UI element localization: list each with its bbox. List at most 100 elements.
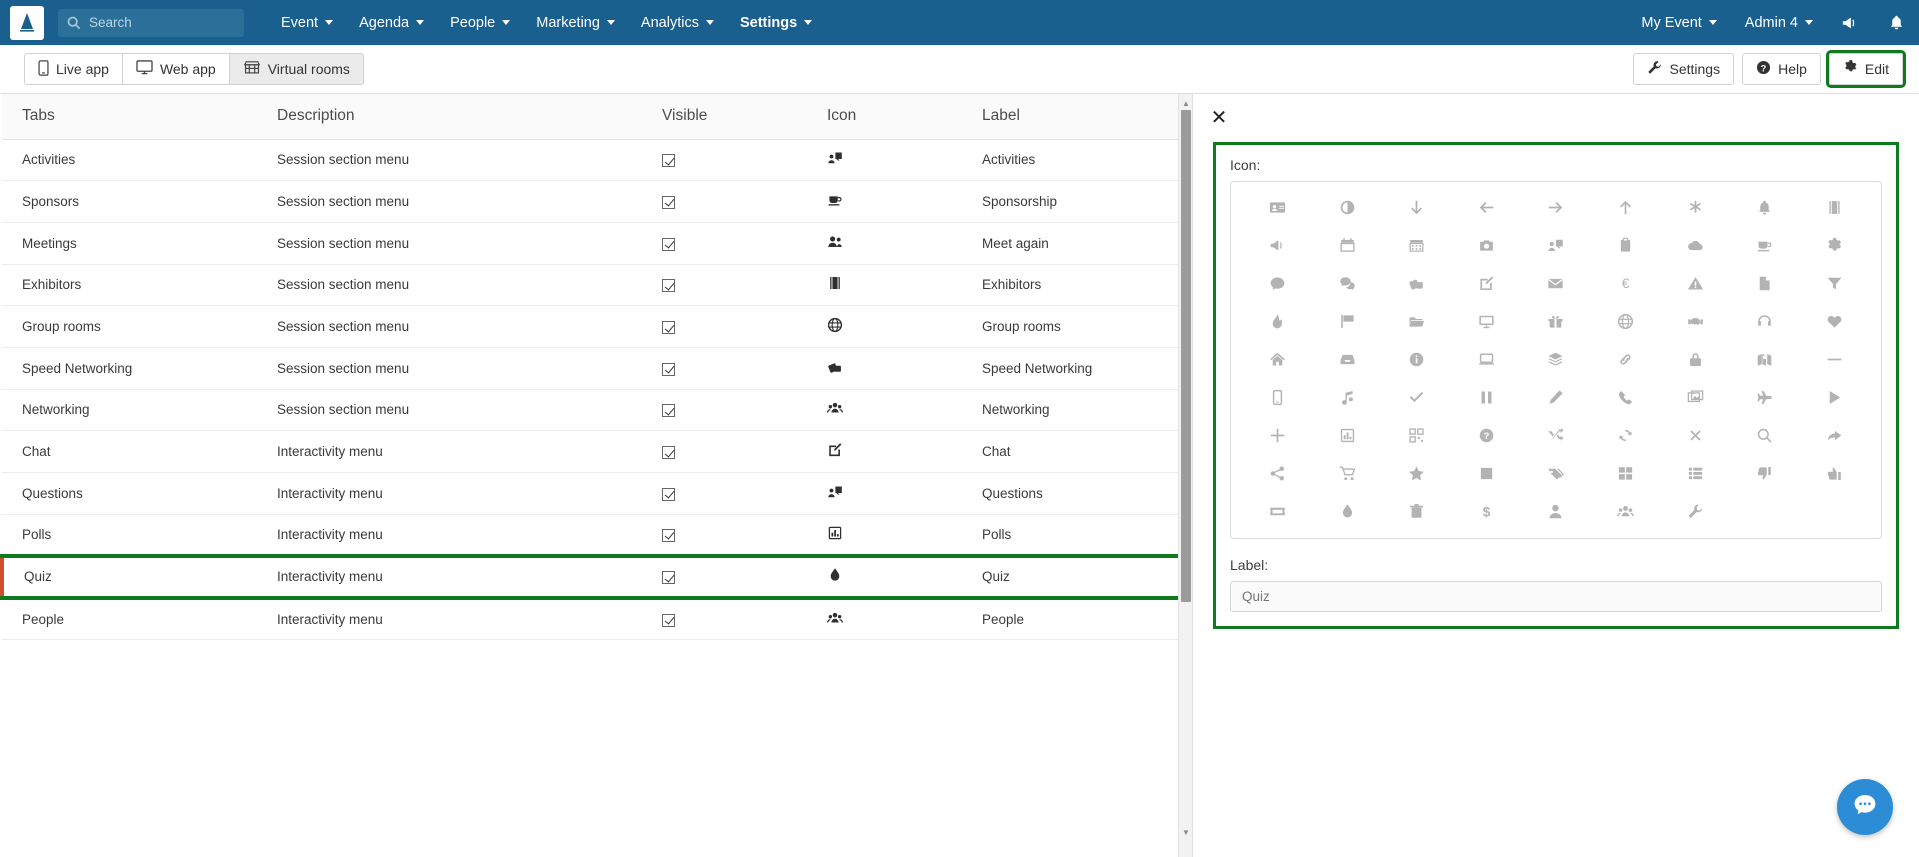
exclamation-triangle-icon[interactable] [1660, 268, 1730, 298]
thumbs-down-icon[interactable] [1730, 458, 1800, 488]
book-icon[interactable] [1799, 192, 1869, 222]
gift-icon[interactable] [1521, 306, 1591, 336]
table-scrollbar[interactable]: ▲ ▼ [1178, 94, 1192, 857]
chat-widget-button[interactable] [1837, 779, 1893, 835]
column-header-label[interactable]: Label [982, 94, 1192, 140]
shopping-cart-icon[interactable] [1313, 458, 1383, 488]
table-row[interactable]: Polls Interactivity menu Polls [2, 514, 1192, 557]
qrcode-icon[interactable] [1382, 420, 1452, 450]
heart-icon[interactable] [1799, 306, 1869, 336]
table-row[interactable]: Sponsors Session section menu Sponsorship [2, 180, 1192, 223]
close-icon[interactable]: ✕ [1206, 104, 1232, 130]
calendar-icon[interactable] [1313, 230, 1383, 260]
visible-checkbox[interactable] [662, 362, 675, 376]
folder-open-icon[interactable] [1382, 306, 1452, 336]
table-row[interactable]: Networking Session section menu Networking [2, 389, 1192, 432]
users-icon[interactable] [1591, 496, 1661, 526]
table-row[interactable]: People Interactivity menu People [2, 597, 1192, 640]
fire-icon[interactable] [1243, 306, 1313, 336]
user-icon[interactable] [1521, 496, 1591, 526]
bell-icon[interactable] [1730, 192, 1800, 222]
camera-icon[interactable] [1452, 230, 1522, 260]
stop-icon[interactable] [1452, 458, 1522, 488]
pencil-icon[interactable] [1521, 382, 1591, 412]
visible-checkbox[interactable] [662, 487, 675, 501]
table-row[interactable]: Meetings Session section menu Meet again [2, 222, 1192, 265]
table-row[interactable]: Speed Networking Session section menu Spee… [2, 347, 1192, 390]
dice-icon[interactable] [1382, 268, 1452, 298]
scroll-up-icon[interactable]: ▲ [1179, 96, 1192, 110]
user-menu[interactable]: Admin 4 [1731, 0, 1827, 45]
file-icon[interactable] [1730, 268, 1800, 298]
cog-icon[interactable] [1799, 230, 1869, 260]
nav-item-people[interactable]: People [437, 0, 523, 45]
globe-icon[interactable] [1591, 306, 1661, 336]
search-input[interactable]: Search [58, 8, 244, 37]
envelope-icon[interactable] [1521, 268, 1591, 298]
wrench-icon[interactable] [1660, 496, 1730, 526]
visible-checkbox[interactable] [662, 446, 675, 460]
table-row[interactable]: Quiz Interactivity menu Quiz [0, 553, 1192, 600]
event-selector[interactable]: My Event [1627, 0, 1730, 45]
address-card-icon[interactable] [1243, 192, 1313, 222]
lock-icon[interactable] [1660, 344, 1730, 374]
table-row[interactable]: Chat Interactivity menu Chat [2, 430, 1192, 473]
nav-item-analytics[interactable]: Analytics [628, 0, 727, 45]
nav-item-marketing[interactable]: Marketing [523, 0, 628, 45]
table-row[interactable]: Activities Session section menu Activities [2, 139, 1192, 182]
column-header-description[interactable]: Description [277, 94, 662, 140]
column-header-visible[interactable]: Visible [662, 94, 827, 140]
tab-live-app[interactable]: Live app [24, 53, 122, 85]
filter-icon[interactable] [1799, 268, 1869, 298]
settings-button[interactable]: Settings [1633, 53, 1735, 85]
visible-checkbox[interactable] [662, 321, 675, 335]
desktop-icon[interactable] [1452, 306, 1522, 336]
map-marked-icon[interactable] [1730, 344, 1800, 374]
search-icon[interactable] [1730, 420, 1800, 450]
tab-web-app[interactable]: Web app [121, 53, 229, 85]
plus-icon[interactable] [1243, 420, 1313, 450]
table-row[interactable]: Exhibitors Session section menu Exhibitors [2, 264, 1192, 307]
adjust-icon[interactable] [1313, 192, 1383, 222]
edit-icon[interactable] [1452, 268, 1522, 298]
info-circle-icon[interactable] [1382, 344, 1452, 374]
chart-bar-icon[interactable] [1313, 420, 1383, 450]
asterisk-icon[interactable] [1660, 192, 1730, 222]
inbox-icon[interactable] [1313, 344, 1383, 374]
visible-checkbox[interactable] [662, 195, 675, 209]
label-input[interactable] [1230, 581, 1882, 612]
share-icon[interactable] [1799, 420, 1869, 450]
phone-icon[interactable] [1591, 382, 1661, 412]
bullhorn-icon[interactable] [1243, 230, 1313, 260]
tag-icon[interactable] [1521, 458, 1591, 488]
visible-checkbox[interactable] [662, 613, 675, 627]
scrollbar-thumb[interactable] [1181, 110, 1191, 602]
ticket-icon[interactable] [1243, 496, 1313, 526]
share-alt-icon[interactable] [1243, 458, 1313, 488]
layer-group-icon[interactable] [1521, 344, 1591, 374]
play-icon[interactable] [1799, 382, 1869, 412]
tint-icon[interactable] [1313, 496, 1383, 526]
laptop-icon[interactable] [1452, 344, 1522, 374]
bell-icon[interactable] [1873, 0, 1919, 45]
sync-icon[interactable] [1591, 420, 1661, 450]
nav-item-agenda[interactable]: Agenda [346, 0, 437, 45]
link-icon[interactable] [1591, 344, 1661, 374]
tab-virtual-rooms[interactable]: Virtual rooms [228, 53, 364, 85]
chalkboard-teacher-icon[interactable] [1521, 230, 1591, 260]
arrow-right-icon[interactable] [1521, 192, 1591, 222]
th-large-icon[interactable] [1591, 458, 1661, 488]
nav-item-event[interactable]: Event [268, 0, 346, 45]
edit-button[interactable]: Edit [1825, 50, 1907, 88]
star-icon[interactable] [1382, 458, 1452, 488]
visible-checkbox[interactable] [662, 571, 675, 585]
flag-icon[interactable] [1313, 306, 1383, 336]
calendar-alt-icon[interactable] [1382, 230, 1452, 260]
arrow-left-icon[interactable] [1452, 192, 1522, 222]
column-header-tabs[interactable]: Tabs [2, 94, 277, 140]
random-icon[interactable] [1521, 420, 1591, 450]
visible-checkbox[interactable] [662, 528, 675, 542]
cloud-icon[interactable] [1660, 230, 1730, 260]
images-icon[interactable] [1660, 382, 1730, 412]
check-icon[interactable] [1382, 382, 1452, 412]
